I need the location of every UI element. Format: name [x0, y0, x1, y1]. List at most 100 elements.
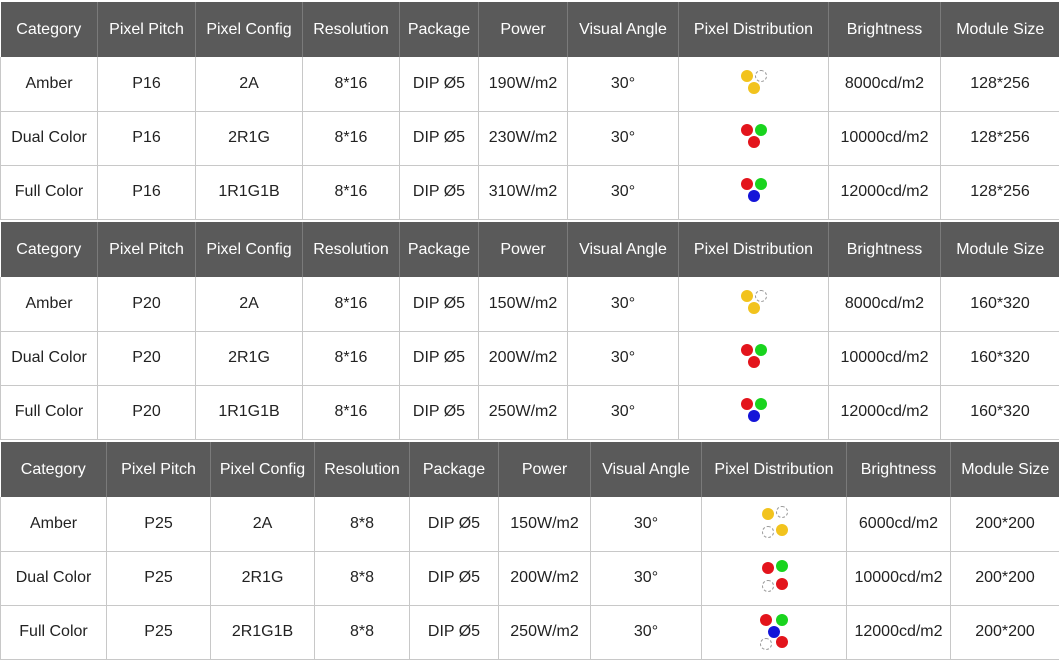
column-header: Power: [478, 222, 568, 277]
pixel-distribution-icon: [734, 284, 774, 324]
column-header: Pixel Distribution: [678, 222, 829, 277]
power-cell: 200W/m2: [478, 331, 568, 386]
pixel-pitch-cell: P16: [97, 165, 196, 220]
green-pixel-icon: [754, 398, 767, 410]
red-pixel-icon: [740, 344, 753, 356]
category-cell: Amber: [0, 57, 98, 112]
visual-angle-cell: 30°: [567, 331, 679, 386]
pixel-config-cell: 2A: [195, 57, 303, 112]
table-row: Dual Color P20 2R1G 8*16 DIP Ø5 200W/m2 30° 100…: [0, 331, 1059, 386]
empty-pixel-icon: [776, 505, 788, 518]
visual-angle-cell: 30°: [567, 385, 679, 440]
column-header: Category: [0, 2, 98, 57]
red-pixel-icon: [740, 178, 753, 190]
category-cell: Dual Color: [0, 111, 98, 166]
package-cell: DIP Ø5: [399, 331, 479, 386]
resolution-cell: 8*8: [314, 497, 410, 552]
module-size-cell: 200*200: [950, 551, 1059, 606]
amber-pixel-icon: [747, 81, 760, 94]
power-cell: 190W/m2: [478, 57, 568, 112]
brightness-cell: 12000cd/m2: [846, 605, 951, 660]
resolution-cell: 8*8: [314, 551, 410, 606]
table-row: Amber P16 2A 8*16 DIP Ø5 190W/m2 30° 8000cd/m2 1…: [0, 57, 1059, 112]
column-header: Pixel Distribution: [701, 442, 847, 497]
pixel-distribution-cell: [678, 57, 829, 112]
red-pixel-icon: [762, 562, 774, 574]
pixel-distribution-cell: [701, 497, 847, 552]
resolution-cell: 8*16: [302, 385, 400, 440]
spec-table-p25: Category Pixel Pitch Pixel Config Resolutio…: [0, 442, 1059, 660]
column-header: Module Size: [940, 2, 1059, 57]
column-header: Pixel Pitch: [106, 442, 211, 497]
amber-pixel-icon: [740, 69, 753, 82]
category-cell: Full Color: [0, 605, 107, 660]
table-header-row: Category Pixel Pitch Pixel Config Resolutio…: [0, 222, 1059, 277]
column-header: Brightness: [828, 222, 941, 277]
resolution-cell: 8*16: [302, 331, 400, 386]
resolution-cell: 8*16: [302, 165, 400, 220]
package-cell: DIP Ø5: [399, 277, 479, 332]
empty-pixel-icon: [754, 289, 767, 302]
pixel-config-cell: 2R1G: [210, 551, 315, 606]
power-cell: 150W/m2: [498, 497, 591, 552]
brightness-cell: 10000cd/m2: [846, 551, 951, 606]
brightness-cell: 12000cd/m2: [828, 385, 941, 440]
column-header: Resolution: [314, 442, 410, 497]
pixel-config-cell: 2R1G1B: [210, 605, 315, 660]
amber-pixel-icon: [740, 289, 753, 302]
brightness-cell: 8000cd/m2: [828, 277, 941, 332]
green-pixel-icon: [776, 614, 788, 626]
empty-pixel-icon: [760, 638, 772, 650]
table-row: Full Color P25 2R1G1B 8*8 DIP Ø5 250W/m2 30° 12…: [0, 605, 1059, 660]
spec-table-p16: Category Pixel Pitch Pixel Config Resolutio…: [0, 2, 1059, 220]
module-size-cell: 160*320: [940, 277, 1059, 332]
category-cell: Dual Color: [0, 551, 107, 606]
pixel-config-cell: 1R1G1B: [195, 385, 303, 440]
visual-angle-cell: 30°: [590, 605, 702, 660]
pixel-distribution-icon: [734, 64, 774, 104]
column-header: Resolution: [302, 2, 400, 57]
pixel-distribution-cell: [678, 385, 829, 440]
category-cell: Amber: [0, 277, 98, 332]
module-size-cell: 128*256: [940, 111, 1059, 166]
pixel-distribution-cell: [678, 277, 829, 332]
pixel-distribution-icon: [754, 612, 794, 652]
blue-pixel-icon: [747, 410, 760, 422]
pixel-pitch-cell: P16: [97, 57, 196, 112]
brightness-cell: 12000cd/m2: [828, 165, 941, 220]
pixel-pitch-cell: P25: [106, 605, 211, 660]
pixel-distribution-cell: [701, 551, 847, 606]
pixel-distribution-icon: [754, 558, 794, 598]
power-cell: 230W/m2: [478, 111, 568, 166]
power-cell: 250W/m2: [478, 385, 568, 440]
resolution-cell: 8*16: [302, 57, 400, 112]
package-cell: DIP Ø5: [399, 165, 479, 220]
column-header: Visual Angle: [567, 2, 679, 57]
brightness-cell: 6000cd/m2: [846, 497, 951, 552]
pixel-distribution-cell: [678, 111, 829, 166]
green-pixel-icon: [754, 344, 767, 356]
category-cell: Dual Color: [0, 331, 98, 386]
pixel-pitch-cell: P25: [106, 551, 211, 606]
column-header: Power: [478, 2, 568, 57]
blue-pixel-icon: [747, 190, 760, 202]
spec-table-p20: Category Pixel Pitch Pixel Config Resolutio…: [0, 222, 1059, 440]
module-size-cell: 200*200: [950, 605, 1059, 660]
visual-angle-cell: 30°: [567, 165, 679, 220]
amber-pixel-icon: [747, 301, 760, 314]
pixel-pitch-cell: P16: [97, 111, 196, 166]
power-cell: 200W/m2: [498, 551, 591, 606]
green-pixel-icon: [776, 560, 788, 572]
module-size-cell: 128*256: [940, 165, 1059, 220]
column-header: Package: [409, 442, 499, 497]
resolution-cell: 8*16: [302, 111, 400, 166]
column-header: Pixel Config: [210, 442, 315, 497]
pixel-distribution-cell: [678, 331, 829, 386]
column-header: Pixel Config: [195, 2, 303, 57]
visual-angle-cell: 30°: [567, 57, 679, 112]
green-pixel-icon: [754, 124, 767, 136]
table-row: Full Color P16 1R1G1B 8*16 DIP Ø5 310W/m2 30° 1…: [0, 165, 1059, 220]
pixel-pitch-cell: P25: [106, 497, 211, 552]
brightness-cell: 10000cd/m2: [828, 331, 941, 386]
amber-pixel-icon: [776, 523, 788, 536]
